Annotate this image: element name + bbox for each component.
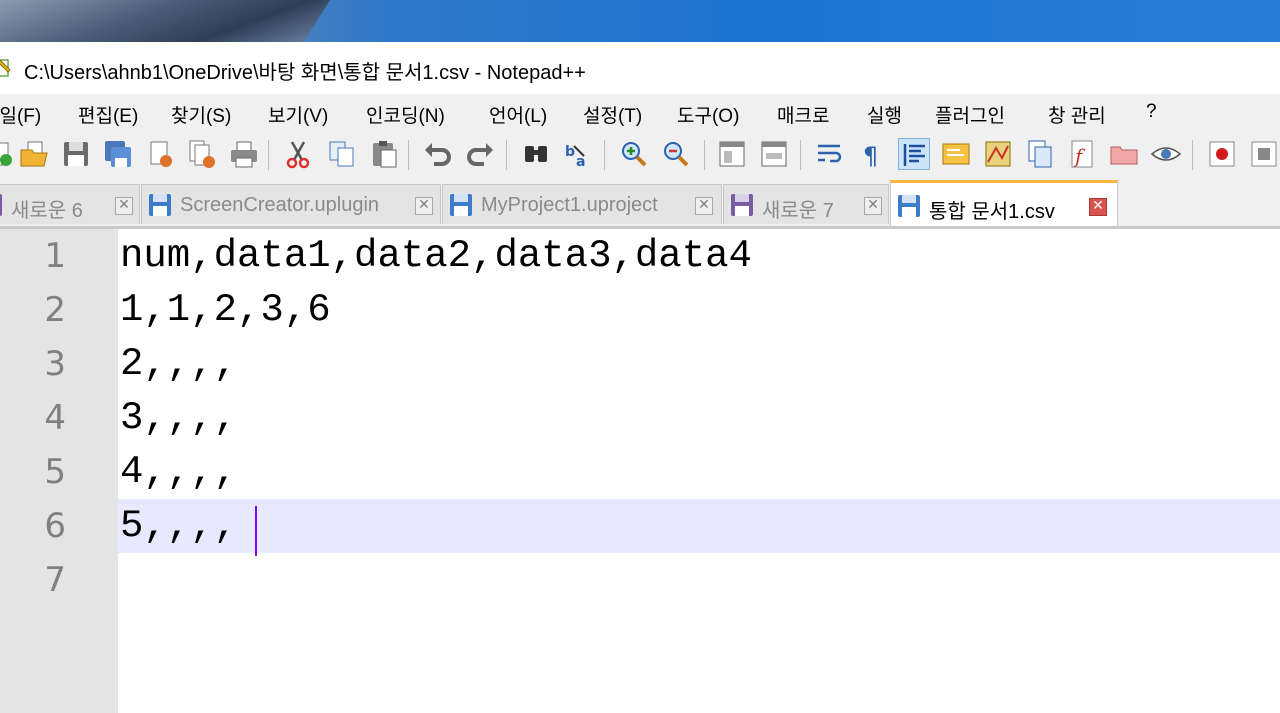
document-list-icon[interactable] xyxy=(1024,138,1056,170)
tab-label: 새로운 6 xyxy=(11,200,83,222)
tab-new-6[interactable]: 새로운 6 ✕ xyxy=(0,184,140,224)
paste-icon[interactable] xyxy=(368,138,400,170)
tab-close-icon[interactable]: ✕ xyxy=(415,197,433,215)
open-file-icon[interactable] xyxy=(18,138,50,170)
toolbar: ba ¶ f xyxy=(0,132,1280,178)
tab-close-icon[interactable]: ✕ xyxy=(864,197,882,215)
document-map-icon[interactable] xyxy=(982,138,1014,170)
text-caret xyxy=(255,506,257,556)
line-number: 5 xyxy=(44,452,66,492)
menu-tools[interactable]: 도구(O) xyxy=(677,101,739,128)
menu-search[interactable]: 찾기(S) xyxy=(171,101,231,128)
undo-icon[interactable] xyxy=(422,138,454,170)
close-icon[interactable] xyxy=(144,138,176,170)
tab-close-icon[interactable]: ✕ xyxy=(115,197,133,215)
svg-text:¶: ¶ xyxy=(863,142,878,170)
menu-run[interactable]: 실행 xyxy=(867,101,902,128)
save-all-icon[interactable] xyxy=(102,138,134,170)
print-icon[interactable] xyxy=(228,138,260,170)
monitoring-icon[interactable] xyxy=(1150,138,1182,170)
desktop-wallpaper-mountain xyxy=(0,0,330,42)
sync-vertical-icon[interactable] xyxy=(716,138,748,170)
record-macro-icon[interactable] xyxy=(1206,138,1238,170)
folder-workspace-icon[interactable] xyxy=(1108,138,1140,170)
menu-help[interactable]: ? xyxy=(1146,101,1157,123)
toolbar-separator xyxy=(800,140,801,170)
show-all-chars-icon[interactable]: ¶ xyxy=(856,138,888,170)
menu-encoding[interactable]: 인코딩(N) xyxy=(366,101,445,128)
code-line[interactable]: 2,,,, xyxy=(118,337,1280,391)
line-number: 4 xyxy=(44,398,66,438)
tab-myproject1-uproject[interactable]: MyProject1.uproject ✕ xyxy=(442,184,722,224)
tab-label: 새로운 7 xyxy=(762,200,834,222)
replace-icon[interactable]: ba xyxy=(562,138,594,170)
notepadpp-app-icon xyxy=(0,56,12,78)
close-all-icon[interactable] xyxy=(186,138,218,170)
floppy-purple-icon xyxy=(730,193,754,217)
editor-area[interactable]: 1 2 3 4 5 6 7 num,data1,data2,data3,data… xyxy=(0,229,1280,713)
line-number: 6 xyxy=(44,506,66,546)
function-list-icon[interactable]: f xyxy=(1066,138,1098,170)
line-number: 2 xyxy=(44,290,66,330)
menu-plugins[interactable]: 플러그인 xyxy=(935,101,1005,128)
code-line[interactable]: 3,,,, xyxy=(118,391,1280,445)
menu-view[interactable]: 보기(V) xyxy=(268,101,328,128)
menu-language[interactable]: 언어(L) xyxy=(489,101,547,128)
menu-window[interactable]: 창 관리 xyxy=(1048,101,1106,128)
menu-file[interactable]: 파일(F) xyxy=(0,101,41,128)
tab-label: 통합 문서1.csv xyxy=(929,201,1055,223)
window-title: C:\Users\ahnb1\OneDrive\바탕 화면\통합 문서1.csv… xyxy=(24,62,586,84)
new-file-icon[interactable] xyxy=(0,138,16,170)
line-number-gutter: 1 2 3 4 5 6 7 xyxy=(0,229,118,713)
find-icon[interactable] xyxy=(520,138,552,170)
tab-bar: 새로운 6 ✕ ScreenCreator.uplugin ✕ MyProjec… xyxy=(0,178,1280,229)
toolbar-separator xyxy=(268,140,269,170)
floppy-purple-icon xyxy=(0,193,3,217)
tab-screencreator-uplugin[interactable]: ScreenCreator.uplugin ✕ xyxy=(141,184,441,224)
svg-text:b: b xyxy=(565,144,575,160)
zoom-in-icon[interactable] xyxy=(618,138,650,170)
menu-macro[interactable]: 매크로 xyxy=(777,101,829,128)
indent-guide-icon[interactable] xyxy=(898,138,930,170)
code-line[interactable]: num,data1,data2,data3,data4 xyxy=(118,229,1280,283)
desktop-background xyxy=(0,0,1280,42)
title-bar[interactable]: C:\Users\ahnb1\OneDrive\바탕 화면\통합 문서1.csv… xyxy=(0,42,1280,94)
tab-new-7[interactable]: 새로운 7 ✕ xyxy=(723,184,889,224)
copy-icon[interactable] xyxy=(326,138,358,170)
menu-bar: 파일(F) 편집(E) 찾기(S) 보기(V) 인코딩(N) 언어(L) 설정(… xyxy=(0,94,1280,133)
line-number: 7 xyxy=(44,560,66,600)
code-line[interactable] xyxy=(118,553,1280,607)
menu-settings[interactable]: 설정(T) xyxy=(583,101,642,128)
cut-icon[interactable] xyxy=(282,138,314,170)
toolbar-separator xyxy=(604,140,605,170)
sync-horizontal-icon[interactable] xyxy=(758,138,790,170)
line-number: 1 xyxy=(44,236,66,276)
code-line[interactable]: 4,,,, xyxy=(118,445,1280,499)
stop-record-icon[interactable] xyxy=(1248,138,1280,170)
menu-edit[interactable]: 편집(E) xyxy=(78,101,138,128)
tab-label: ScreenCreator.uplugin xyxy=(180,194,380,216)
toolbar-separator xyxy=(1192,140,1193,170)
tab-close-icon[interactable]: ✕ xyxy=(695,197,713,215)
tab-csv-active[interactable]: 통합 문서1.csv ✕ xyxy=(890,180,1118,226)
floppy-blue-icon xyxy=(148,193,172,217)
save-icon[interactable] xyxy=(60,138,92,170)
current-code-line[interactable]: 5,,,, xyxy=(118,499,1280,553)
toolbar-separator xyxy=(408,140,409,170)
svg-text:a: a xyxy=(576,154,585,170)
udl-icon[interactable] xyxy=(940,138,972,170)
zoom-out-icon[interactable] xyxy=(660,138,692,170)
word-wrap-icon[interactable] xyxy=(814,138,846,170)
floppy-blue-icon xyxy=(449,193,473,217)
tab-close-icon[interactable]: ✕ xyxy=(1089,198,1107,216)
toolbar-separator xyxy=(506,140,507,170)
line-number: 3 xyxy=(44,344,66,384)
toolbar-separator xyxy=(704,140,705,170)
tab-label: MyProject1.uproject xyxy=(481,194,658,216)
redo-icon[interactable] xyxy=(464,138,496,170)
code-line[interactable]: 1,1,2,3,6 xyxy=(118,283,1280,337)
floppy-blue-icon xyxy=(897,194,921,218)
